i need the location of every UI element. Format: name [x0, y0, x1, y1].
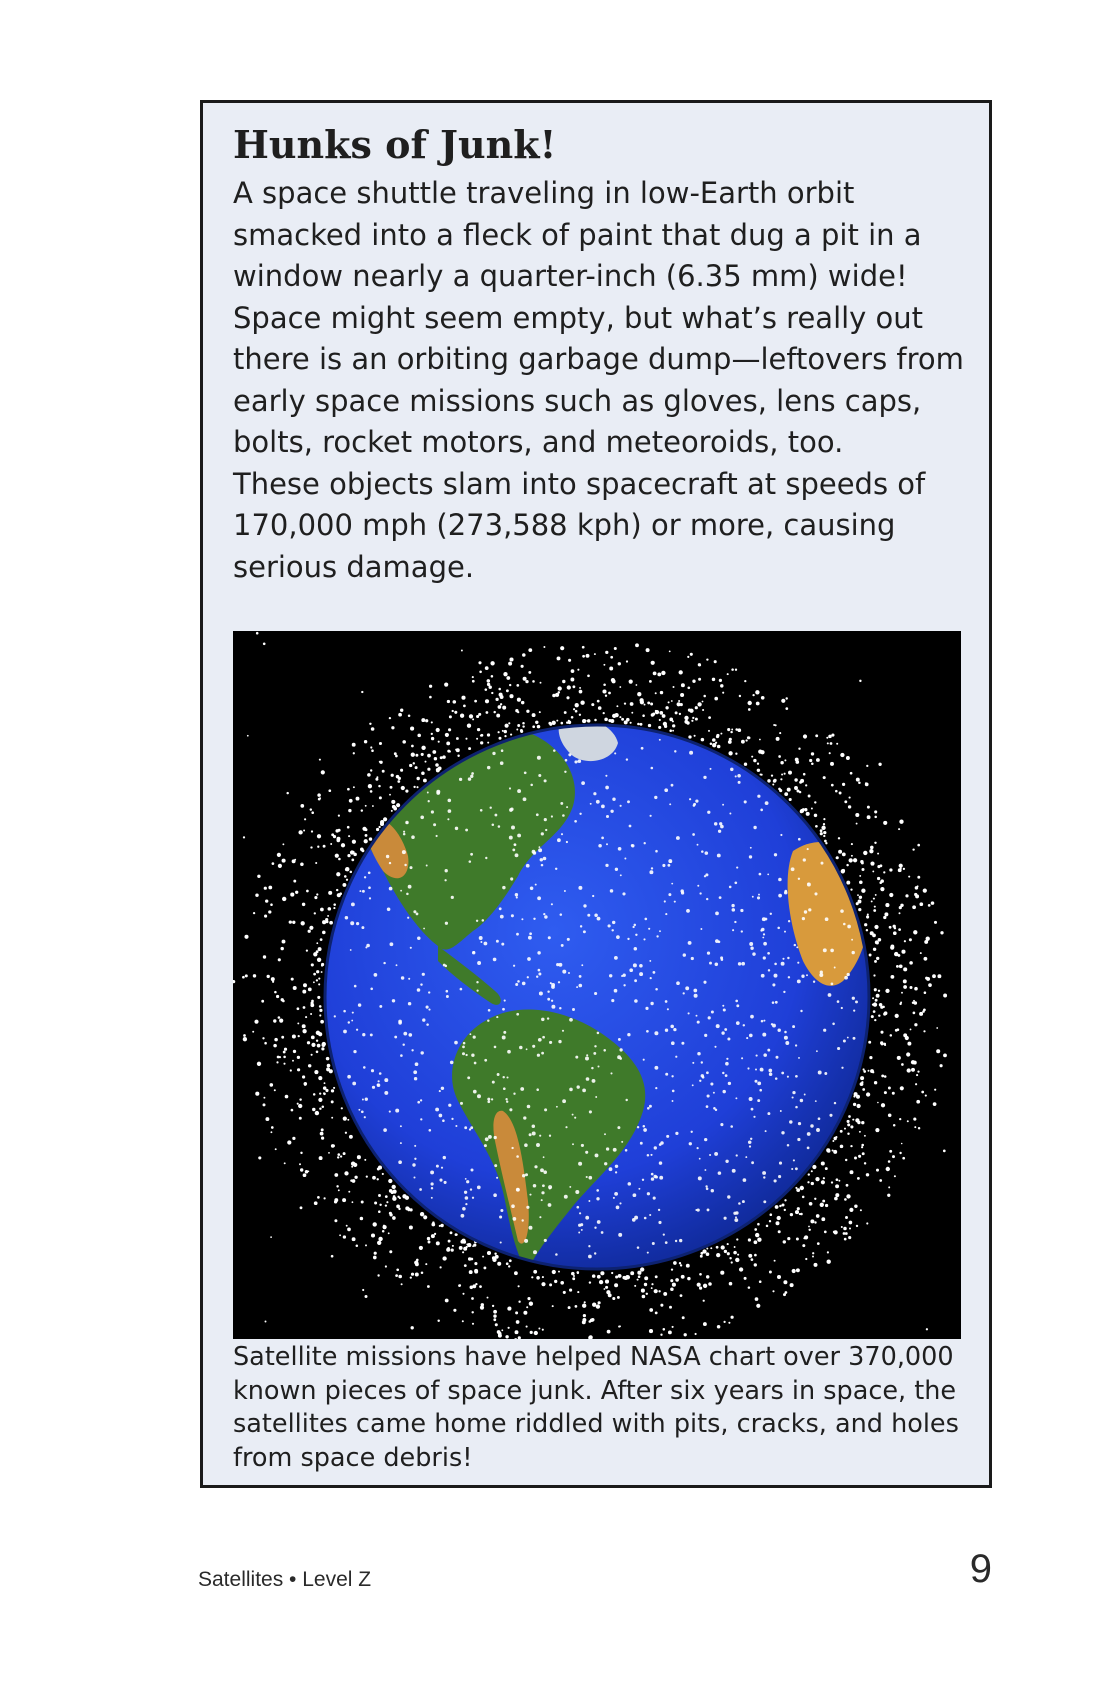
earth-debris-illustration — [233, 631, 961, 1339]
figure-caption: Satellite missions have helped NASA char… — [233, 1342, 959, 1473]
sidebar-box: Hunks of Junk! A space shuttle traveling… — [200, 100, 992, 1488]
page-number: 9 — [969, 1547, 992, 1591]
sidebar-body-text: A space shuttle traveling in low-Earth o… — [233, 176, 964, 584]
footer-book-label: Satellites • Level Z — [198, 1568, 372, 1591]
earth-space-debris-image — [233, 631, 961, 1339]
sidebar-heading: Hunks of Junk! — [233, 122, 557, 167]
